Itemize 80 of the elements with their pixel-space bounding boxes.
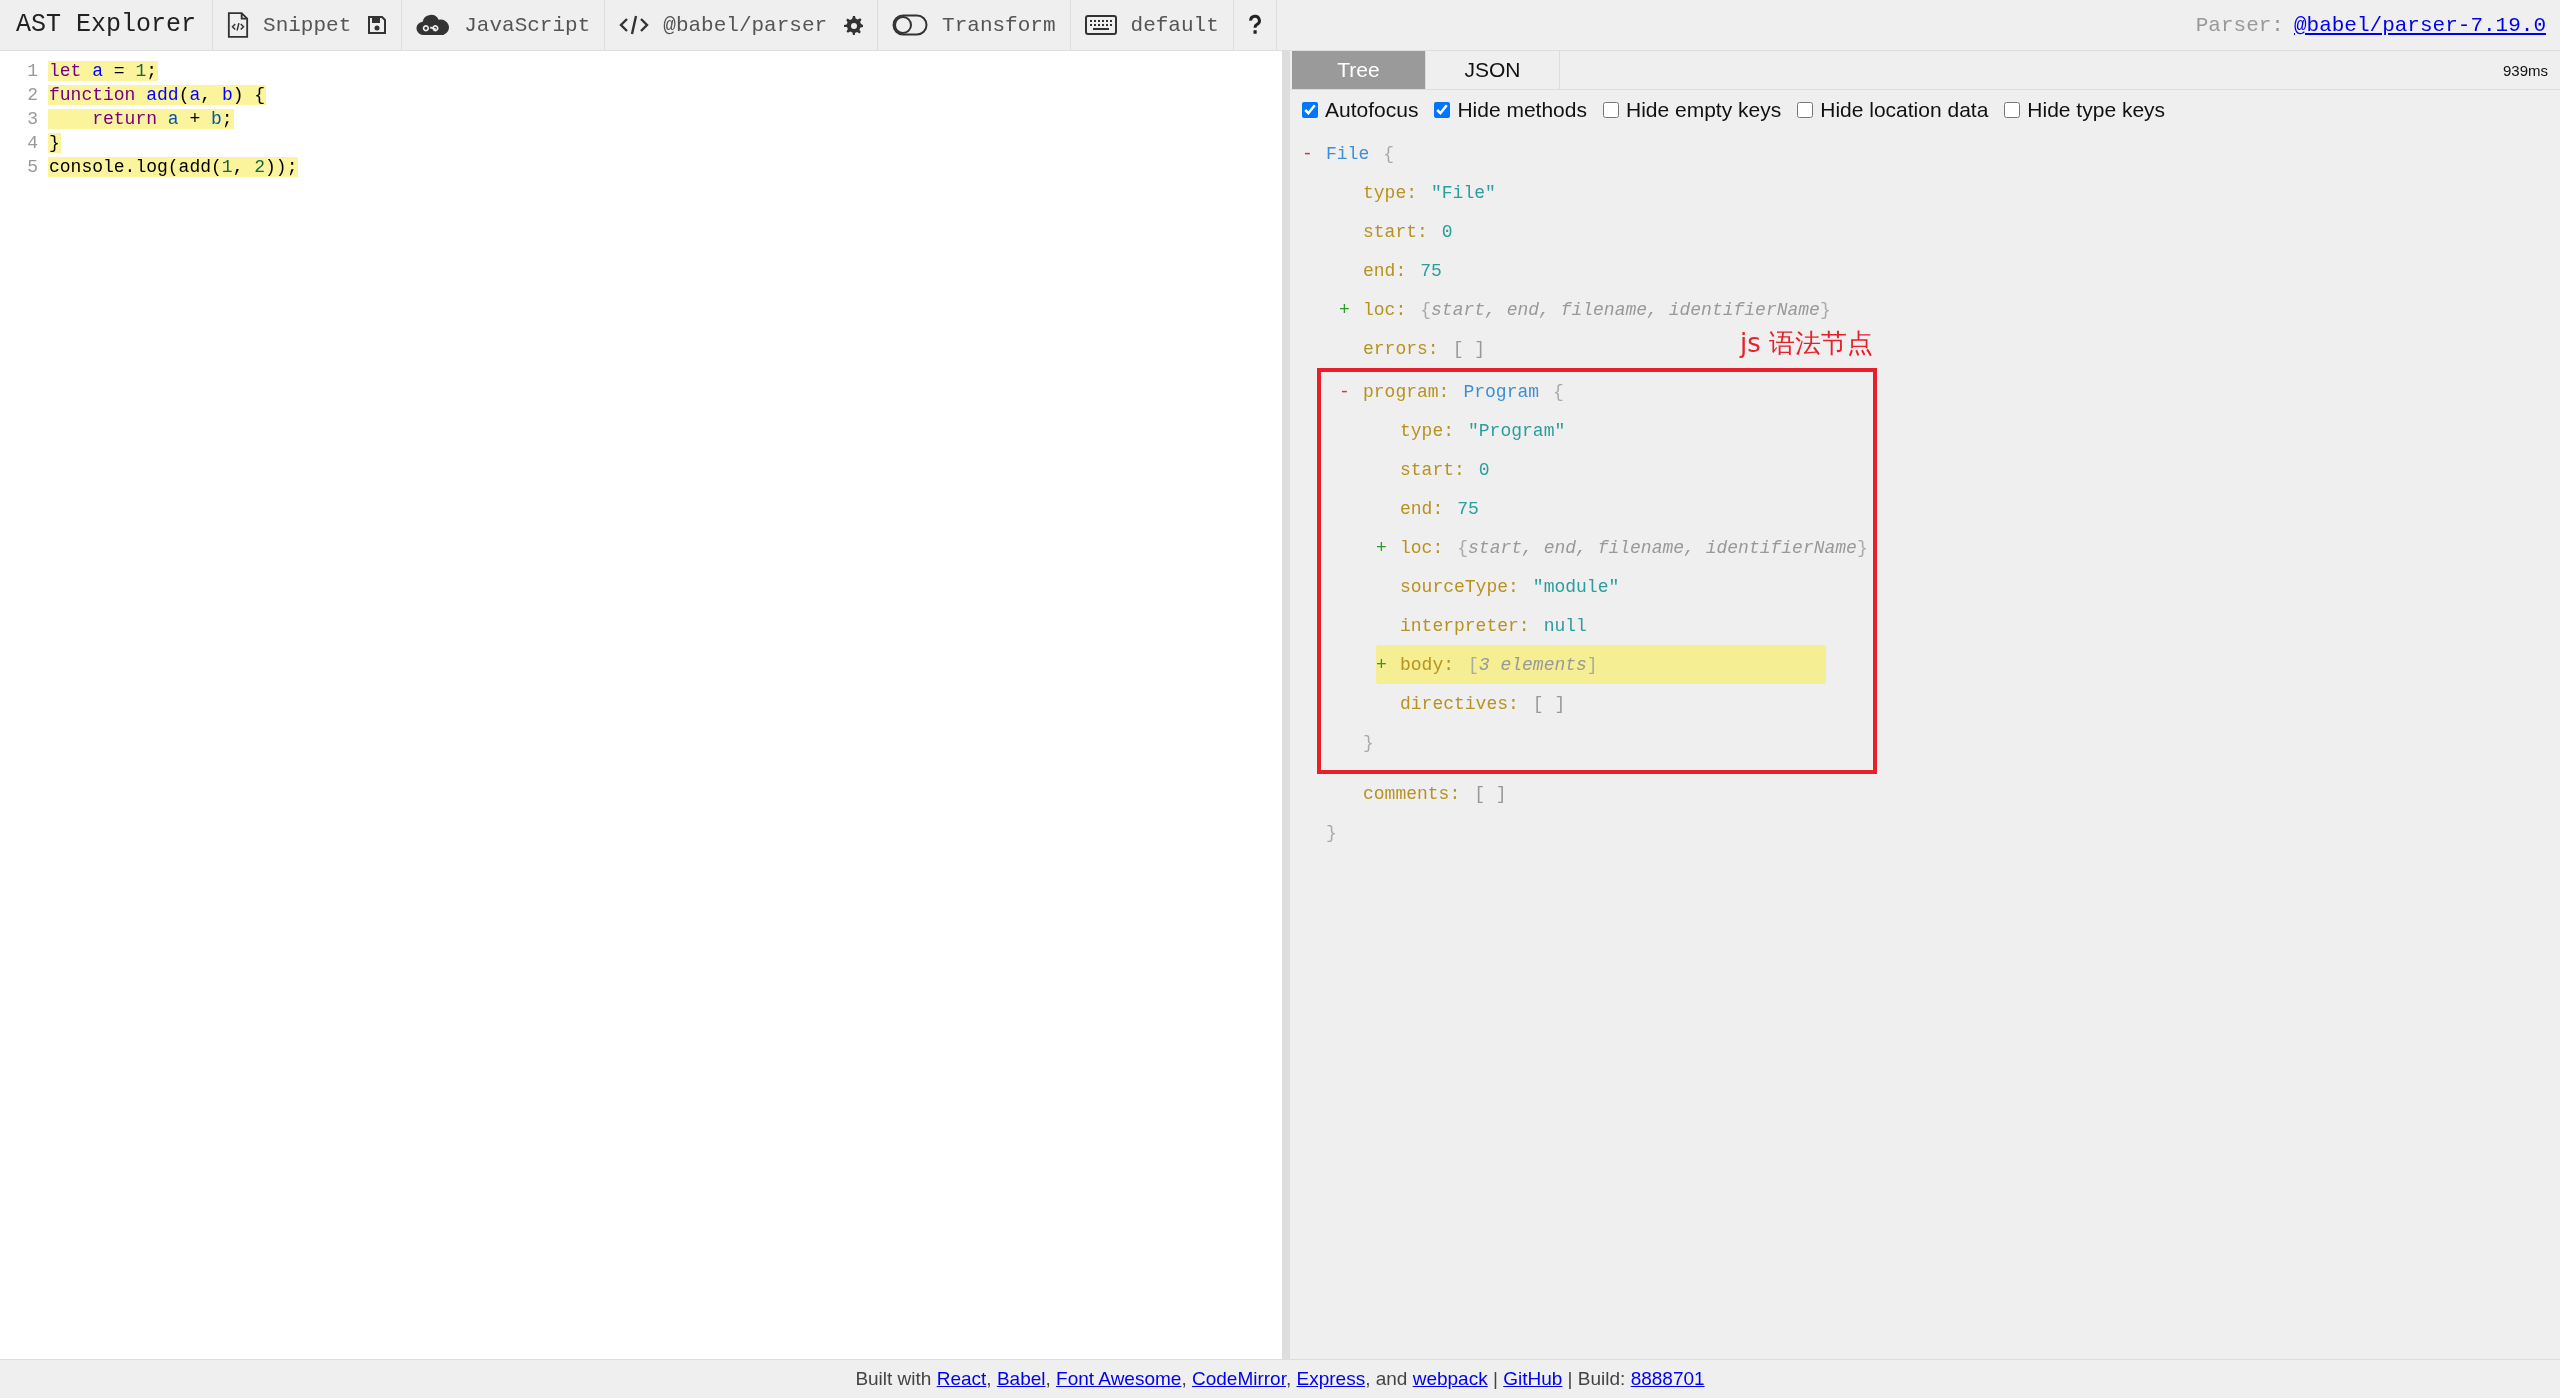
toolbar-button[interactable]: Transform — [884, 5, 1064, 45]
property-key: start: — [1400, 459, 1465, 480]
save-icon — [367, 15, 388, 35]
option-label: Hide location data — [1820, 98, 1989, 122]
node-type-name: Program — [1463, 381, 1540, 402]
property-value: "File" — [1431, 182, 1496, 203]
property-key: type: — [1363, 182, 1417, 203]
option-checkbox[interactable] — [2004, 102, 2021, 118]
parser-version-link[interactable]: @babel/parser-7.19.0 — [2293, 13, 2546, 37]
parse-time: 939ms — [2502, 61, 2548, 79]
file-code-icon — [227, 12, 250, 38]
help-icon — [1247, 14, 1262, 36]
option-checkbox[interactable] — [1434, 102, 1451, 118]
property-key: start: — [1363, 221, 1428, 242]
property-value: 0 — [1478, 459, 1490, 480]
annotation-label: js 语法节点 — [1739, 327, 1873, 360]
footer-link[interactable]: webpack — [1412, 1368, 1488, 1389]
line-number: 2 — [26, 85, 39, 105]
property-key: loc: — [1363, 299, 1407, 320]
property-key: end: — [1363, 260, 1407, 281]
property-value: 0 — [1441, 221, 1453, 242]
footer-credits: Built with React, Babel, Font Awesome, CodeMirror, Express, and webpack | GitHub | Build: 8888701 — [855, 1368, 1705, 1390]
footer-link[interactable]: 8888701 — [1630, 1368, 1705, 1389]
output-tab[interactable]: JSON — [1426, 51, 1560, 89]
expand-toggle[interactable]: - — [1302, 143, 1316, 164]
node-type-name: File — [1326, 143, 1370, 164]
property-value: 75 — [1420, 260, 1442, 281]
property-key: end: — [1400, 498, 1444, 519]
property-value: null — [1543, 615, 1587, 636]
app-title: AST Explorer — [0, 0, 214, 50]
property-key: interpreter: — [1400, 615, 1530, 636]
footer-link[interactable]: CodeMirror — [1191, 1368, 1286, 1389]
option-checkbox[interactable] — [1797, 102, 1814, 118]
option-checkbox[interactable] — [1302, 102, 1318, 118]
property-value: [ ] — [1452, 338, 1486, 359]
option-label: Hide type keys — [2027, 98, 2166, 122]
property-key: loc: — [1400, 537, 1444, 558]
open-brace: { — [1553, 381, 1564, 402]
close-brace: } — [1363, 732, 1374, 753]
option-label: Autofocus — [1325, 98, 1419, 122]
footer-link[interactable]: Font Awesome — [1056, 1368, 1182, 1389]
open-brace: { — [1383, 143, 1395, 164]
line-number: 1 — [26, 61, 39, 81]
property-value: "Program" — [1468, 420, 1566, 441]
toolbar-button[interactable]: default — [1076, 5, 1227, 45]
property-key: sourceType: — [1400, 576, 1519, 597]
line-number: 4 — [26, 133, 39, 153]
keyboard-icon — [1084, 15, 1117, 35]
line-number: 5 — [26, 157, 39, 177]
footer-link[interactable]: React — [936, 1368, 987, 1389]
toggle-icon — [892, 14, 929, 36]
toolbar-button[interactable]: @babel/parser — [611, 5, 836, 45]
property-key: program: — [1363, 381, 1450, 402]
property-value: [ ] — [1474, 783, 1507, 804]
property-key: directives: — [1400, 693, 1519, 714]
property-key: errors: — [1363, 338, 1439, 359]
footer-link[interactable]: GitHub — [1503, 1368, 1563, 1389]
property-value: "module" — [1532, 576, 1620, 597]
code-icon — [619, 14, 650, 36]
footer-link[interactable]: Express — [1296, 1368, 1366, 1389]
toolbar-button[interactable]: JavaScript — [408, 5, 599, 45]
property-value: 75 — [1457, 498, 1479, 519]
close-brace: } — [1326, 822, 1337, 843]
collapsed-summary: [3 elements] — [1468, 654, 1598, 675]
property-key: type: — [1400, 420, 1454, 441]
expand-toggle[interactable]: - — [1339, 381, 1353, 402]
property-value: [ ] — [1532, 693, 1566, 714]
option-checkbox[interactable] — [1603, 102, 1619, 118]
settings-icon — [843, 15, 864, 35]
option-label: Hide empty keys — [1626, 98, 1782, 122]
footer-link[interactable]: Babel — [996, 1368, 1046, 1389]
option-label: Hide methods — [1457, 98, 1587, 122]
property-key: comments: — [1363, 783, 1461, 804]
property-key: body: — [1400, 654, 1454, 675]
collapsed-summary: {start, end, filename, identifierName} — [1420, 299, 1831, 320]
cloud-icon — [416, 13, 451, 37]
line-number: 3 — [26, 109, 39, 129]
parser-label: Parser: — [2195, 13, 2284, 37]
collapsed-summary: {start, end, filename, identifierName} — [1457, 537, 1868, 558]
toolbar-button[interactable]: Snippet — [219, 5, 360, 45]
